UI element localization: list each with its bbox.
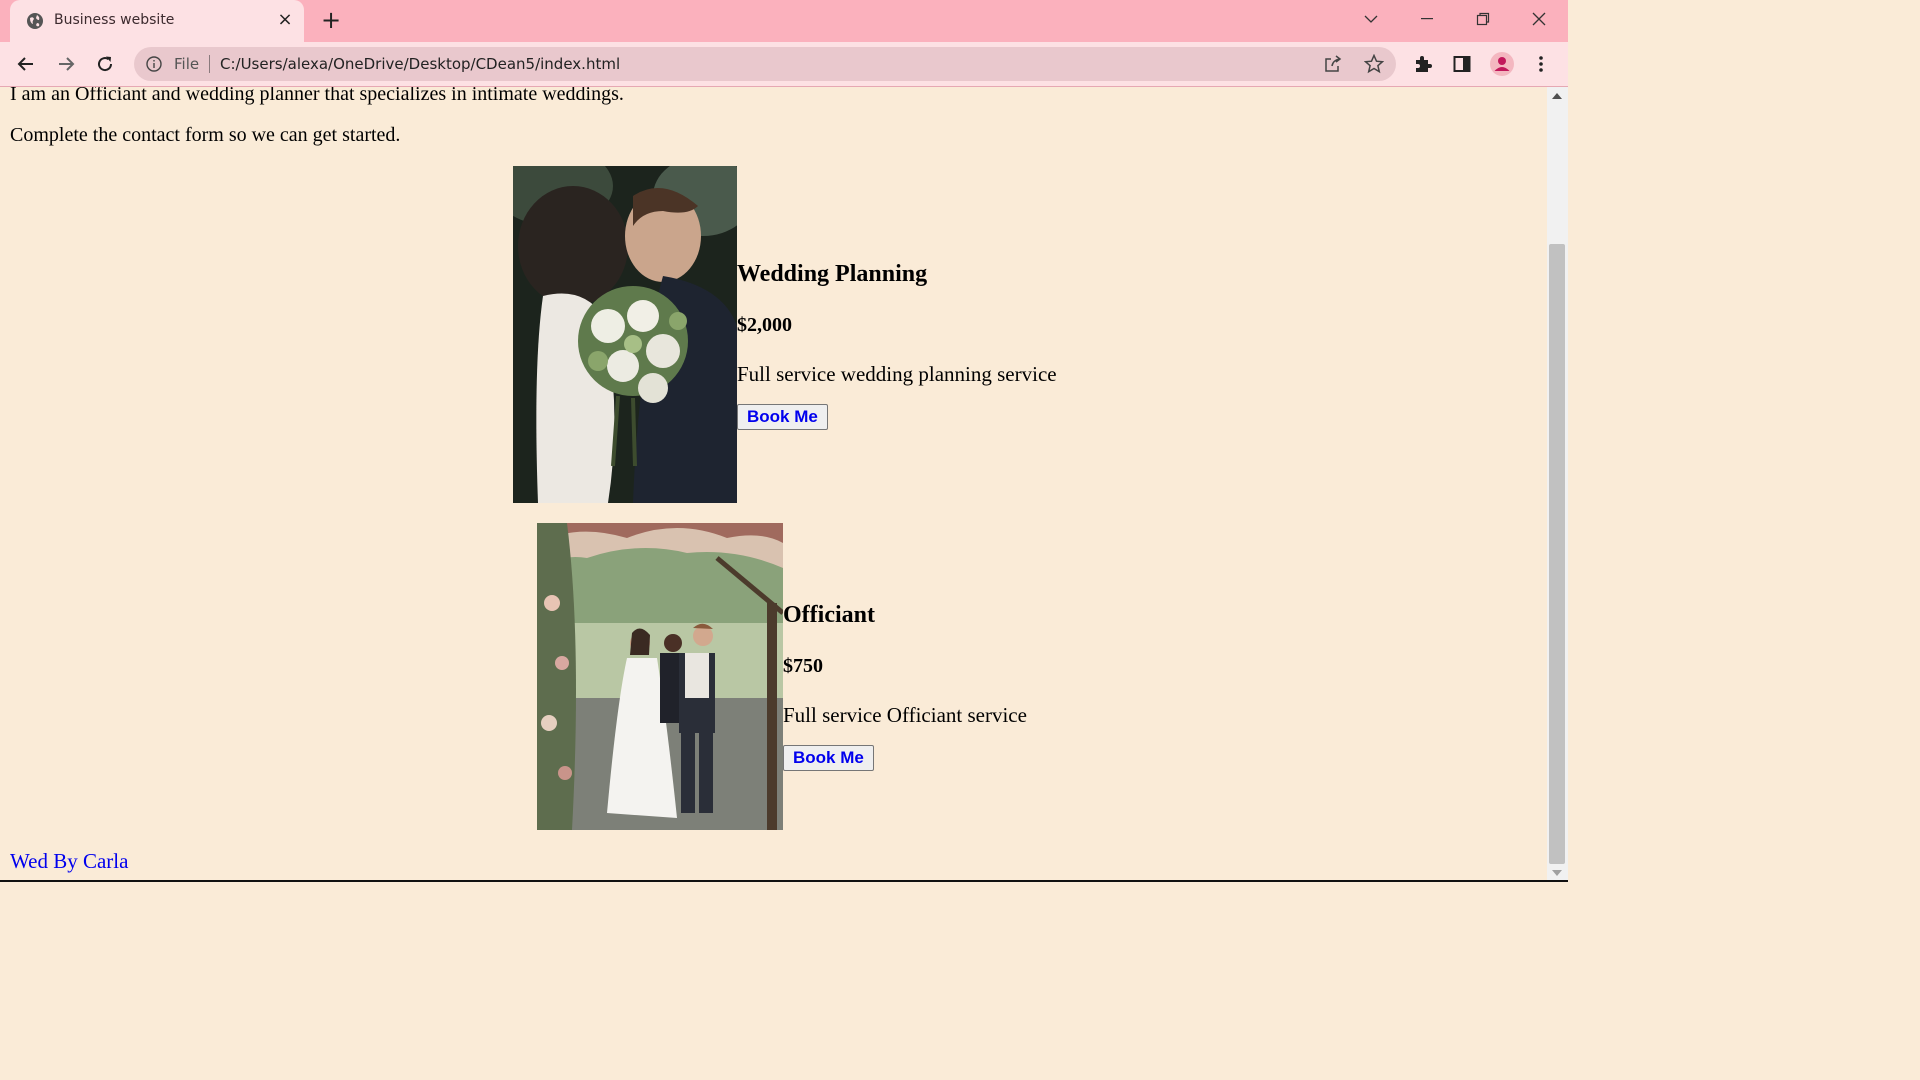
book-me-button[interactable]: Book Me [737,404,828,430]
globe-icon [26,12,44,30]
footer-link[interactable]: Wed By Carla [10,849,128,874]
page-scrollbar[interactable] [1547,87,1568,882]
contact-prompt: Complete the contact form so we can get … [10,124,401,146]
wedding-planning-photo [513,166,737,503]
side-panel-icon[interactable] [1448,50,1476,78]
info-icon[interactable] [146,56,162,72]
window-close-icon[interactable] [1511,0,1567,38]
plus-icon[interactable]: + [318,7,344,33]
reload-icon[interactable] [91,50,119,78]
scroll-up-arrow[interactable] [1552,93,1562,99]
url-text[interactable]: C:/Users/alexa/OneDrive/Desktop/CDean5/i… [220,55,620,73]
service-price: $2,000 [737,314,792,336]
restore-icon[interactable] [1455,0,1511,38]
intro-text: I am an Officiant and wedding planner th… [10,87,624,105]
tab-strip: Business website × + [0,0,1568,42]
close-icon[interactable]: × [274,9,296,31]
scroll-down-arrow[interactable] [1552,870,1562,876]
share-icon[interactable] [1324,55,1342,73]
service-description: Full service Officiant service [783,703,1027,727]
page-content: I am an Officiant and wedding planner th… [0,87,1547,882]
back-icon[interactable] [12,50,40,78]
browser-toolbar: File C:/Users/alexa/OneDrive/Desktop/CDe… [0,42,1568,87]
book-me-button[interactable]: Book Me [783,745,874,771]
scheme-label: File [174,55,200,73]
service-title: Officiant [783,602,875,628]
extensions-icon[interactable] [1409,50,1437,78]
forward-icon[interactable] [52,50,80,78]
service-description: Full service wedding planning service [737,362,1057,386]
address-bar[interactable]: File C:/Users/alexa/OneDrive/Desktop/CDe… [134,47,1396,81]
omnibox-separator [209,55,210,73]
chevron-down-icon[interactable] [1343,0,1399,38]
profile-icon[interactable] [1488,50,1516,78]
star-icon[interactable] [1363,53,1385,74]
scroll-thumb[interactable] [1549,244,1565,864]
browser-window: Business website × + File C:/Users/alexa… [0,0,1568,882]
tab-title: Business website [54,12,175,28]
tab-business-website[interactable]: Business website × [10,0,304,42]
officiant-photo [537,523,783,830]
menu-icon[interactable] [1527,50,1555,78]
service-title: Wedding Planning [737,261,928,287]
service-price: $750 [783,655,823,677]
desktop-background-right [1568,0,1920,1080]
desktop-background-bottom [0,882,1568,1080]
minimize-icon[interactable] [1399,0,1455,38]
